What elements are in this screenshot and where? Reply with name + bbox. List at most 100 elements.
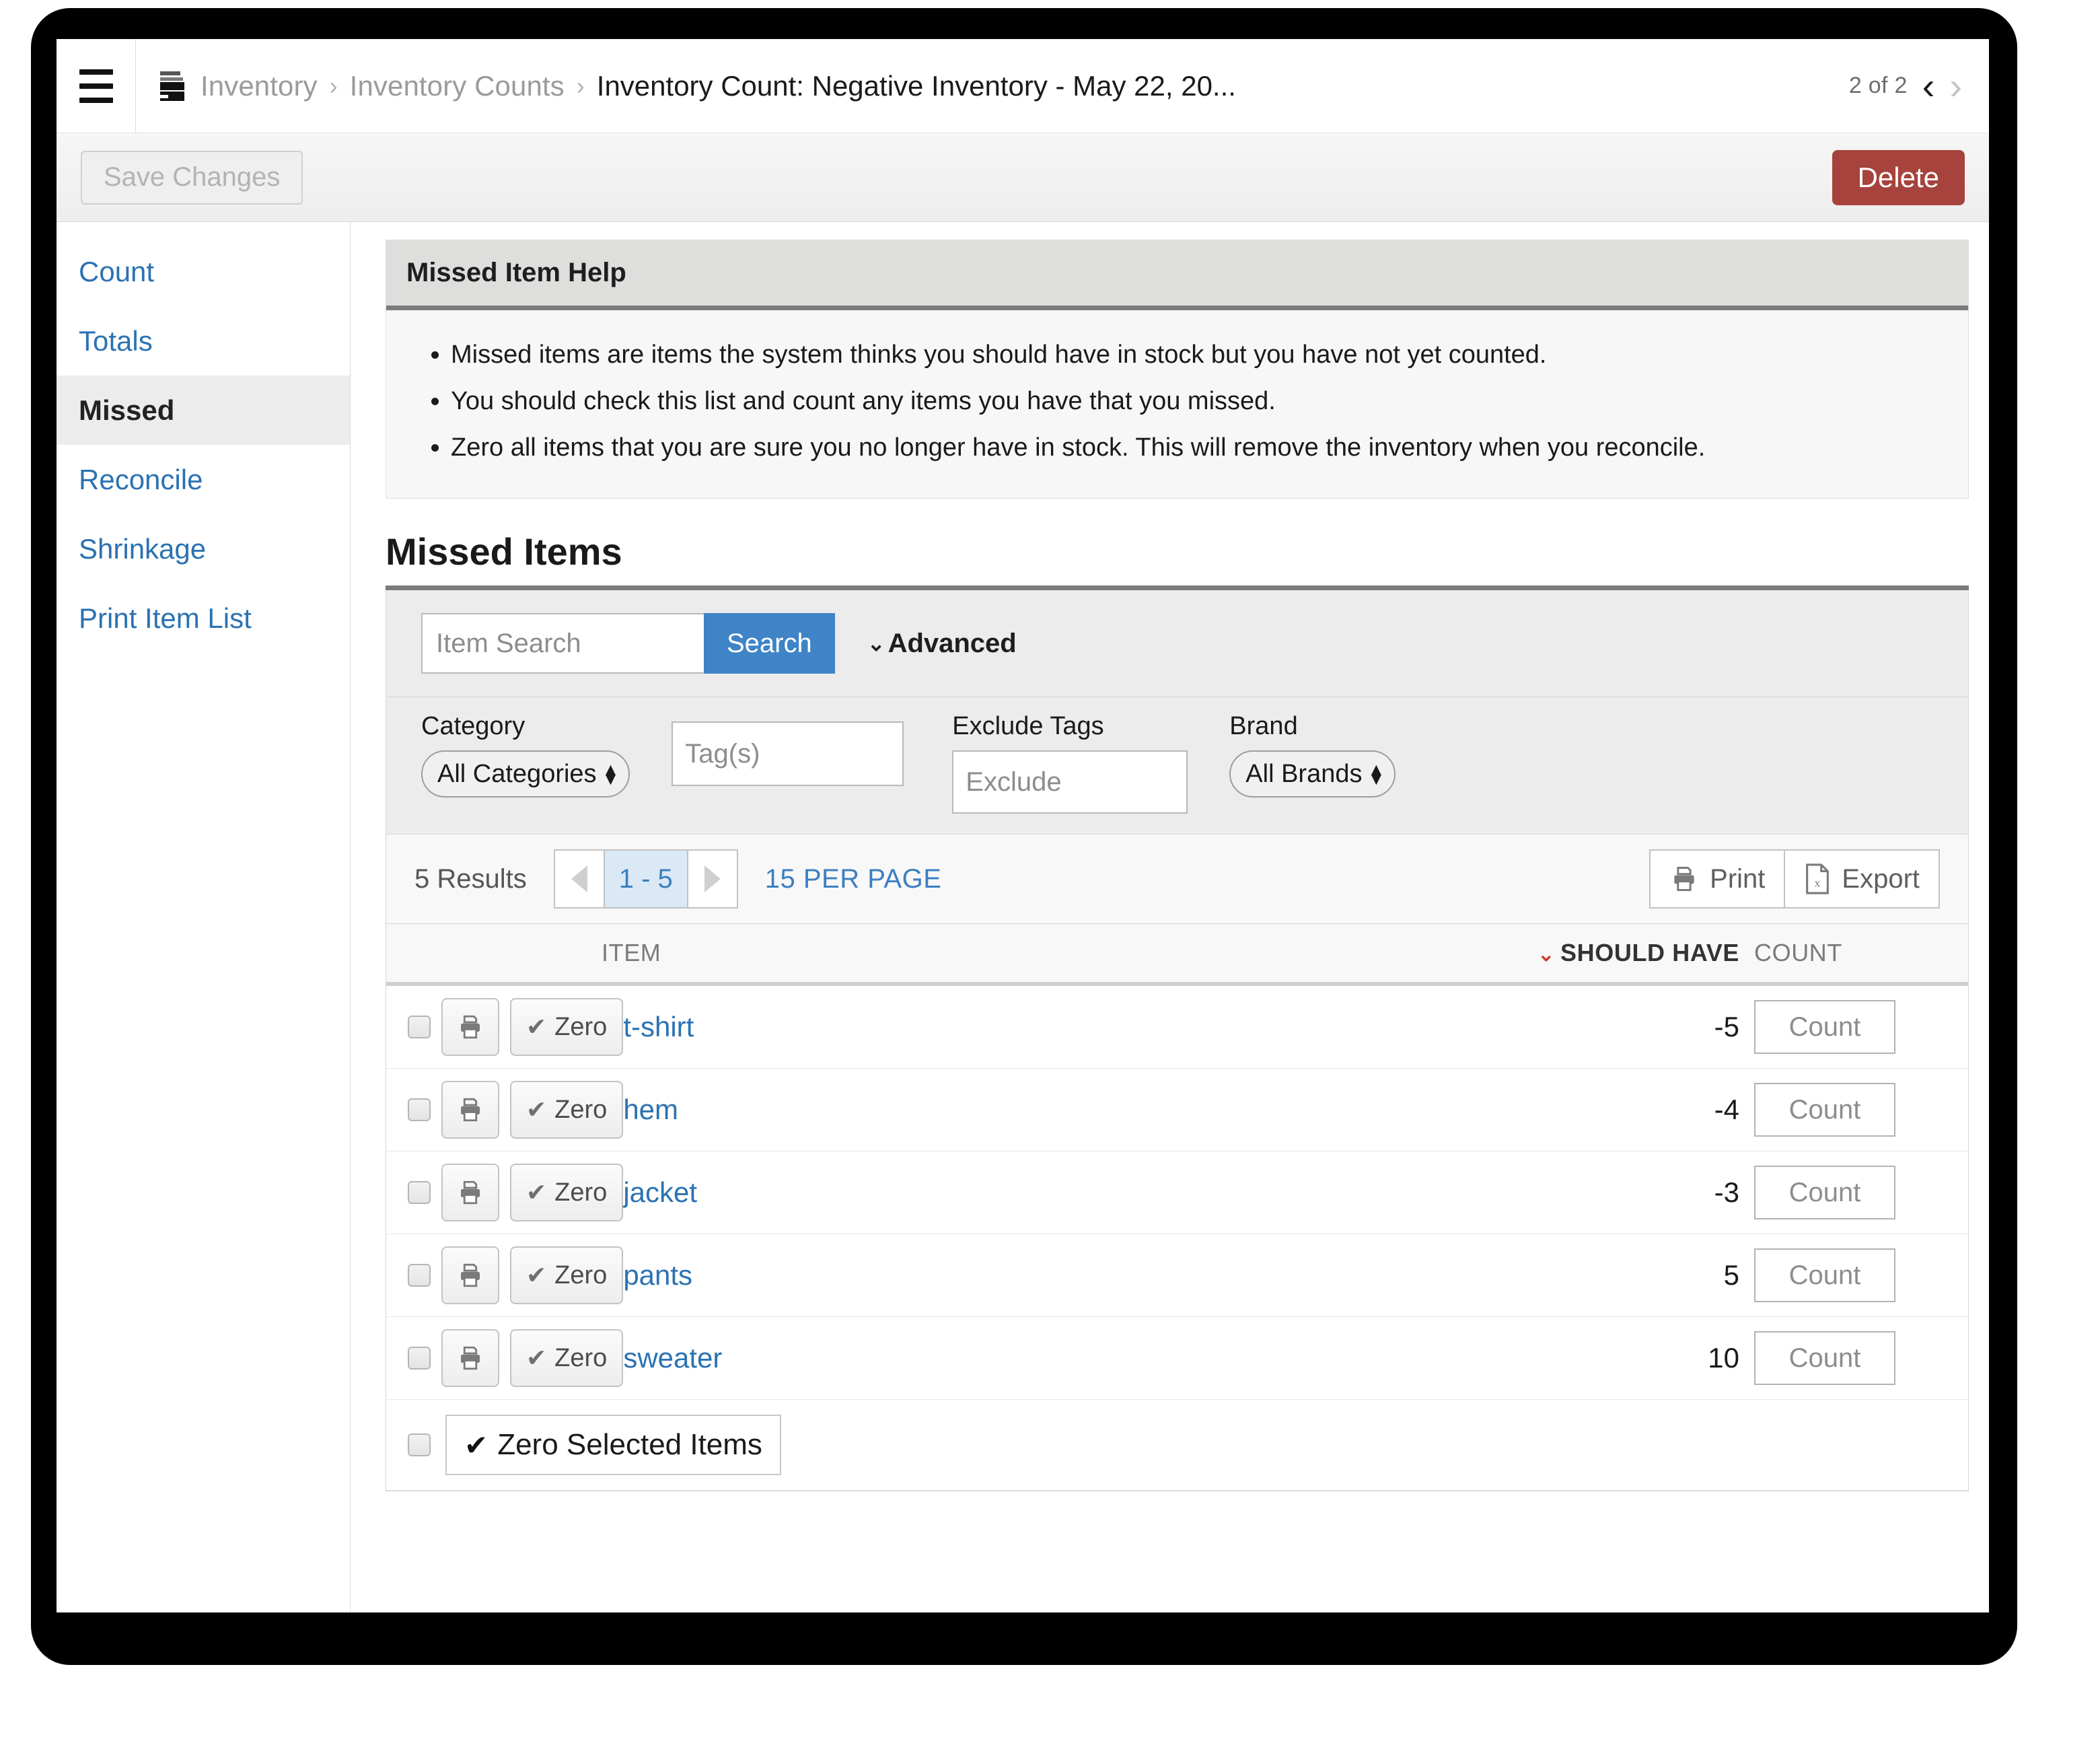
sort-caret-down-icon: ⌄ <box>1537 944 1556 966</box>
item-name-cell: sweater <box>623 1317 990 1400</box>
item-link[interactable]: jacket <box>623 1176 697 1208</box>
print-button[interactable]: Print <box>1651 851 1784 907</box>
missed-items-table: ITEM ⌄SHOULD HAVE COUNT ✔Zerot-shirt-5✔Z… <box>386 924 1968 1400</box>
item-link[interactable]: hem <box>623 1094 678 1125</box>
pagination: 1 - 5 <box>553 849 738 909</box>
item-link[interactable]: t-shirt <box>623 1011 694 1042</box>
sidebar-item-count[interactable]: Count <box>57 237 350 306</box>
column-header-item[interactable]: ITEM <box>386 924 991 986</box>
row-print-button[interactable] <box>441 1329 499 1387</box>
sidebar-nav: Count Totals Missed Reconcile Shrinkage … <box>57 222 351 1612</box>
chevron-left-icon[interactable]: ‹ <box>1922 67 1935 105</box>
count-input[interactable] <box>1754 1248 1895 1302</box>
exclude-tags-filter-group: Exclude Tags <box>952 712 1188 814</box>
row-print-button[interactable] <box>441 1164 499 1221</box>
breadcrumb-separator: › <box>576 71 585 100</box>
excel-file-icon: x <box>1806 863 1830 894</box>
printer-icon <box>1674 867 1694 891</box>
select-spinner-icon: ▲ ▼ <box>602 758 620 789</box>
hamburger-bar <box>79 69 113 75</box>
sidebar-item-reconcile[interactable]: Reconcile <box>57 445 350 514</box>
row-zero-button[interactable]: ✔ Zero <box>510 1081 624 1139</box>
breadcrumb-item-inventory[interactable]: Inventory <box>201 70 318 102</box>
sidebar-item-shrinkage[interactable]: Shrinkage <box>57 514 350 583</box>
breadcrumb-item-inventory-counts[interactable]: Inventory Counts <box>350 70 565 102</box>
tags-input[interactable] <box>672 721 904 786</box>
row-zero-button[interactable]: ✔ Zero <box>510 1246 624 1304</box>
should-have-label: SHOULD HAVE <box>1560 939 1739 966</box>
sidebar-item-print-item-list[interactable]: Print Item List <box>57 583 350 653</box>
item-link[interactable]: pants <box>623 1259 692 1291</box>
brand-select[interactable]: All Brands ▲ ▼ <box>1229 750 1396 797</box>
row-zero-label: Zero <box>554 1261 608 1289</box>
row-print-button[interactable] <box>441 1081 499 1139</box>
hamburger-menu-icon[interactable] <box>57 39 136 133</box>
row-controls-cell: ✔ Zero <box>386 984 624 1069</box>
breadcrumb: Inventory › Inventory Counts › Inventory… <box>136 39 1849 133</box>
column-header-should-have[interactable]: ⌄ SHOULD HAVE <box>990 924 1739 986</box>
exclude-tags-input[interactable] <box>952 750 1188 814</box>
row-zero-label: Zero <box>554 1178 608 1207</box>
brand-filter-group: Brand All Brands ▲ ▼ <box>1229 712 1396 797</box>
count-input[interactable] <box>1754 1000 1895 1054</box>
table-row: ✔ Zero hem -4 <box>386 1068 1968 1151</box>
table-row: ✔ Zero pants 5 <box>386 1234 1968 1317</box>
row-print-button[interactable] <box>441 1246 499 1304</box>
row-checkbox[interactable] <box>408 1181 431 1204</box>
prev-page-button[interactable] <box>554 851 604 907</box>
zero-selected-items-button[interactable]: ✔ Zero Selected Items <box>445 1415 781 1475</box>
pager-count: 2 of 2 <box>1848 73 1908 98</box>
search-button[interactable]: Search <box>704 613 835 674</box>
export-button[interactable]: x Export <box>1784 851 1939 907</box>
row-zero-button[interactable]: ✔ Zero <box>510 1329 624 1387</box>
current-page-range: 1 - 5 <box>603 851 688 907</box>
row-print-button[interactable] <box>441 998 499 1056</box>
table-row: ✔ Zero jacket -3 <box>386 1151 1968 1234</box>
item-link[interactable]: sweater <box>623 1342 722 1374</box>
next-page-button[interactable] <box>688 851 737 907</box>
advanced-label: Advanced <box>888 628 1017 658</box>
count-input[interactable] <box>1754 1331 1895 1385</box>
row-controls-cell: ✔ Zero <box>386 1234 624 1317</box>
breadcrumb-separator: › <box>329 71 338 100</box>
row-checkbox[interactable] <box>408 1098 431 1121</box>
app-screen: Inventory › Inventory Counts › Inventory… <box>57 39 1989 1612</box>
results-bar: 5 Results 1 - 5 15 PER PAGE Print x Expo… <box>386 835 1968 924</box>
sidebar-item-totals[interactable]: Totals <box>57 306 350 376</box>
check-icon: ✔ <box>526 1261 547 1289</box>
per-page-link[interactable]: 15 PER PAGE <box>765 864 942 894</box>
category-select[interactable]: All Categories ▲ ▼ <box>421 750 630 797</box>
delete-button[interactable]: Delete <box>1832 149 1965 205</box>
help-panel-body: Missed items are items the system thinks… <box>386 310 1968 498</box>
row-checkbox[interactable] <box>408 1347 431 1370</box>
item-search-input[interactable] <box>421 613 704 674</box>
should-have-value: 10 <box>1708 1342 1739 1374</box>
advanced-toggle[interactable]: ⌄ Advanced <box>867 629 1017 659</box>
check-icon: ✔ <box>526 1344 547 1372</box>
table-header: ITEM ⌄ SHOULD HAVE COUNT <box>386 924 1968 986</box>
row-zero-button[interactable]: ✔ Zero <box>510 998 624 1056</box>
save-changes-button[interactable]: Save Changes <box>81 150 303 205</box>
column-header-count[interactable]: COUNT <box>1739 924 1968 986</box>
row-checkbox[interactable] <box>408 1264 431 1287</box>
count-input[interactable] <box>1754 1166 1895 1219</box>
main-content: Missed Item Help Missed items are items … <box>351 222 1989 1612</box>
should-have-value: -3 <box>1714 1176 1739 1208</box>
count-input[interactable] <box>1754 1083 1895 1137</box>
chevron-right-icon[interactable]: › <box>1949 67 1962 105</box>
row-zero-button[interactable]: ✔ Zero <box>510 1164 624 1221</box>
count-cell <box>1739 1317 1968 1400</box>
select-all-checkbox[interactable] <box>408 1433 431 1456</box>
brand-value: All Brands <box>1245 759 1363 788</box>
tags-filter-group <box>672 712 904 786</box>
check-icon: ✔ <box>526 1013 547 1040</box>
printer-icon <box>461 1346 480 1370</box>
count-cell <box>1739 1151 1968 1234</box>
help-bullet: You should check this list and count any… <box>451 382 1941 421</box>
item-name-cell: pants <box>623 1234 990 1317</box>
row-checkbox[interactable] <box>408 1016 431 1038</box>
help-panel-title: Missed Item Help <box>386 240 1968 310</box>
printer-icon <box>461 1180 480 1205</box>
sidebar-item-missed[interactable]: Missed <box>57 376 350 445</box>
page-title: Inventory Count: Negative Inventory - Ma… <box>596 69 1236 102</box>
